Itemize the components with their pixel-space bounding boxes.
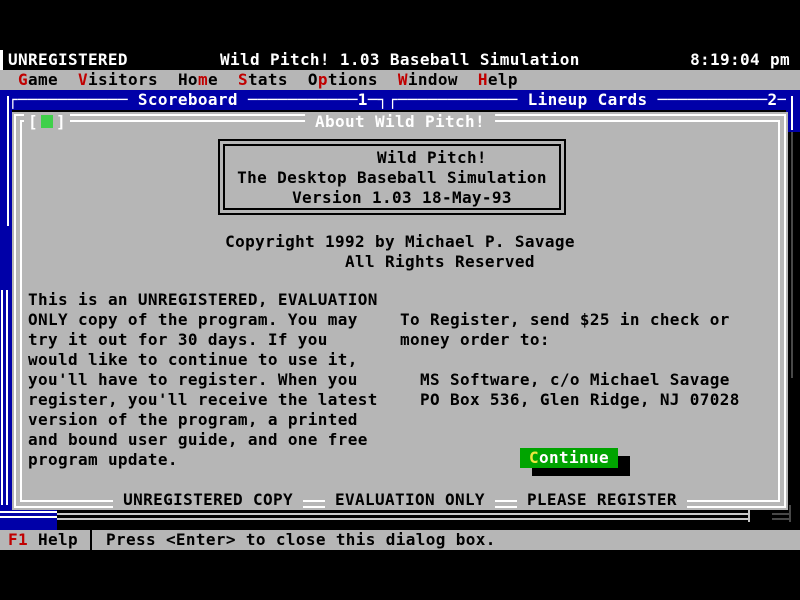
about-dialog: [] About Wild Pitch! Wild Pitch! The Des… [12, 112, 788, 510]
menu-help[interactable]: Help [478, 70, 518, 90]
dialog-footer: UNREGISTERED COPY EVALUATION ONLY PLEASE… [12, 490, 788, 510]
menu-stats[interactable]: Stats [238, 70, 288, 90]
window-bottom-border [772, 513, 790, 515]
app-title-bar: UNREGISTERED Wild Pitch! 1.03 Baseball S… [0, 50, 800, 70]
dialog-title: About Wild Pitch! [305, 112, 495, 132]
scoreboard-window-border-fragment [0, 516, 57, 518]
scoreboard-window-border-fragment [0, 511, 57, 513]
copyright-text: Copyright 1992 by Michael P. Savage All … [12, 232, 788, 272]
status-message: Press <Enter> to close this dialog box. [106, 530, 496, 550]
close-icon [41, 115, 53, 128]
scoreboard-window-border-fragment [7, 96, 9, 226]
window-bottom-border [57, 518, 750, 520]
window-bottom-corner [748, 510, 750, 522]
scoreboard-window-border-fragment [1, 290, 3, 530]
evaluation-notice-text: This is an UNREGISTERED, EVALUATION ONLY… [28, 290, 378, 470]
scoreboard-window-border-fragment [6, 290, 8, 515]
background-windows-row: ┌─────────── Scoreboard ───────────1─┐┌─… [0, 90, 800, 110]
registration-status-label: UNREGISTERED [8, 50, 128, 70]
menu-window[interactable]: Window [398, 70, 458, 90]
window-scoreboard-titlebar[interactable]: ┌─────────── Scoreboard ───────────1─┐ [8, 90, 388, 109]
lineup-window-border-fragment [791, 132, 793, 378]
menu-bar: Game Visitors Home Stats Options Window … [0, 70, 800, 90]
status-bar: F1 Help Press <Enter> to close this dial… [0, 530, 800, 550]
help-label[interactable]: Help [38, 530, 78, 550]
menu-options[interactable]: Options [308, 70, 378, 90]
menu-home[interactable]: Home [178, 70, 218, 90]
clock: 8:19:04 pm [690, 50, 790, 70]
window-bottom-border [772, 518, 790, 520]
lineup-window-right-edge [786, 90, 800, 132]
menu-game[interactable]: Game [18, 70, 58, 90]
dialog-close-button[interactable]: [] [24, 112, 70, 132]
footer-label-register: PLEASE REGISTER [517, 490, 687, 510]
f1-help-hotkey[interactable]: F1 [8, 530, 28, 550]
footer-label-evaluation: EVALUATION ONLY [325, 490, 495, 510]
status-separator [90, 530, 92, 550]
app-title: Wild Pitch! 1.03 Baseball Simulation [220, 50, 580, 70]
window-bottom-border [57, 513, 750, 515]
screen-edge-artifact [0, 50, 3, 70]
menu-visitors[interactable]: Visitors [78, 70, 158, 90]
window-bottom-corner [789, 505, 791, 522]
program-info-box: Wild Pitch! The Desktop Baseball Simulat… [223, 144, 561, 210]
registration-info-text: To Register, send $25 in check or money … [400, 310, 740, 410]
continue-button[interactable]: Continue [520, 448, 618, 468]
footer-label-unregistered: UNREGISTERED COPY [113, 490, 303, 510]
window-lineup-cards-titlebar[interactable]: ┌──────────── Lineup Cards ───────────2─… [388, 90, 798, 109]
lineup-window-border-fragment [791, 96, 793, 130]
